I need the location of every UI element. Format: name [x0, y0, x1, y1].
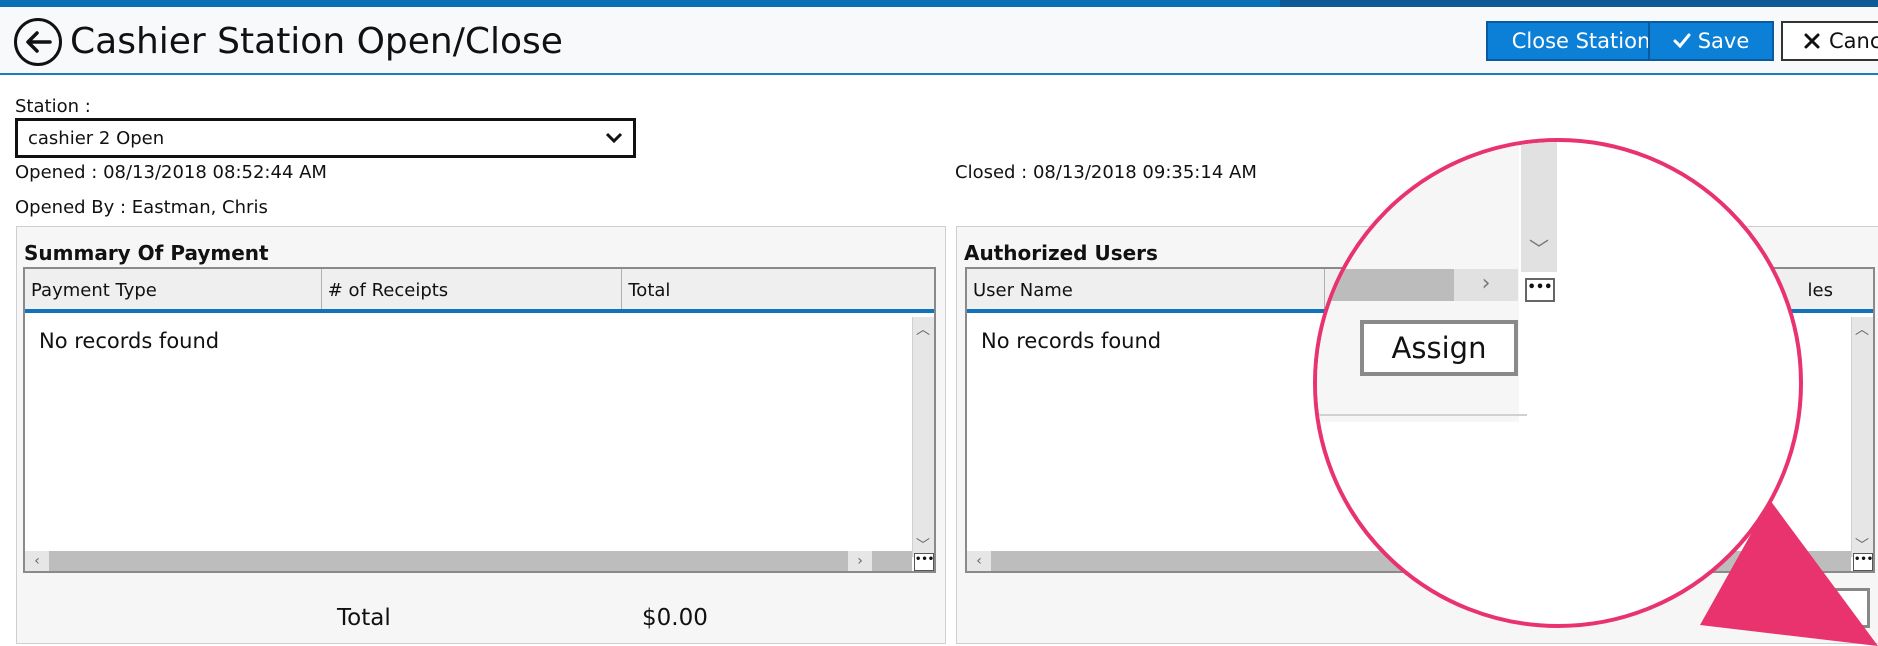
chevron-left-icon[interactable]: ‹ — [25, 551, 49, 571]
station-selected-value: cashier 2 Open — [28, 127, 165, 149]
zoom-vertical-scrollbar: ﹀ — [1521, 142, 1557, 272]
column-header-user-name[interactable]: User Name — [967, 269, 1326, 309]
top-accent-segment — [1280, 0, 1878, 7]
summary-of-payment-panel: Summary Of Payment Payment Type # of Rec… — [16, 226, 946, 644]
summary-panel-title: Summary Of Payment — [24, 241, 269, 265]
summary-total-label: Total — [337, 605, 391, 631]
station-select[interactable]: cashier 2 Open — [15, 118, 636, 158]
chevron-up-icon[interactable]: ︿ — [916, 319, 930, 339]
top-accent-bar — [0, 0, 1878, 7]
summary-grid-options-button[interactable]: ••• — [914, 553, 934, 571]
authorized-empty-message: No records found — [981, 329, 1162, 353]
chevron-down-icon — [605, 132, 623, 144]
station-label: Station : — [15, 96, 91, 117]
zoom-grid-options-button: ••• — [1525, 278, 1555, 302]
authorized-vertical-scrollbar[interactable]: ︿ ﹀ — [1851, 317, 1873, 557]
chevron-down-icon[interactable]: ﹀ — [916, 535, 930, 555]
zoom-callout: ﹀ › ••• Assign — [1313, 138, 1803, 628]
summary-grid: Payment Type # of Receipts Total No reco… — [23, 267, 936, 573]
chevron-right-icon[interactable]: › — [848, 551, 872, 571]
page-title: Cashier Station Open/Close — [70, 21, 563, 62]
back-button[interactable] — [14, 18, 62, 66]
cancel-button[interactable]: Cancel — [1781, 21, 1878, 61]
zoom-divider — [1317, 414, 1527, 416]
chevron-down-icon[interactable]: ﹀ — [1855, 535, 1869, 555]
opened-by: Opened By : Eastman, Chris — [15, 197, 268, 218]
check-icon — [1673, 33, 1691, 49]
column-header-payment-type[interactable]: Payment Type — [25, 269, 322, 309]
chevron-left-icon[interactable]: ‹ — [967, 551, 991, 571]
chevron-down-icon: ﹀ — [1529, 237, 1549, 261]
opened-timestamp: Opened : 08/13/2018 08:52:44 AM — [15, 162, 327, 183]
column-header-total[interactable]: Total — [622, 269, 934, 309]
column-header-receipts[interactable]: # of Receipts — [322, 269, 623, 309]
summary-empty-message: No records found — [39, 329, 220, 353]
summary-vertical-scrollbar[interactable]: ︿ ﹀ — [912, 317, 934, 557]
cancel-label: Cancel — [1829, 29, 1878, 53]
save-button[interactable]: Save — [1648, 21, 1774, 61]
authorized-panel-title: Authorized Users — [964, 241, 1158, 265]
close-station-label: Close Station — [1511, 29, 1651, 53]
save-label: Save — [1697, 29, 1750, 53]
assign-button[interactable]: Assign — [1744, 588, 1870, 628]
page-header: Cashier Station Open/Close Close Station… — [0, 7, 1878, 75]
zoom-assign-button: Assign — [1360, 320, 1518, 376]
authorized-grid-options-button[interactable]: ••• — [1853, 553, 1873, 571]
chevron-up-icon[interactable]: ︿ — [1855, 319, 1869, 339]
arrow-left-circle-icon — [26, 31, 52, 53]
closed-timestamp: Closed : 08/13/2018 09:35:14 AM — [955, 162, 1257, 183]
summary-grid-header: Payment Type # of Receipts Total — [25, 269, 934, 313]
x-icon — [1804, 33, 1820, 49]
chevron-right-icon: › — [1454, 269, 1518, 301]
summary-total-value: $0.00 — [642, 605, 708, 631]
summary-horizontal-scrollbar[interactable]: ‹ › — [25, 551, 912, 571]
